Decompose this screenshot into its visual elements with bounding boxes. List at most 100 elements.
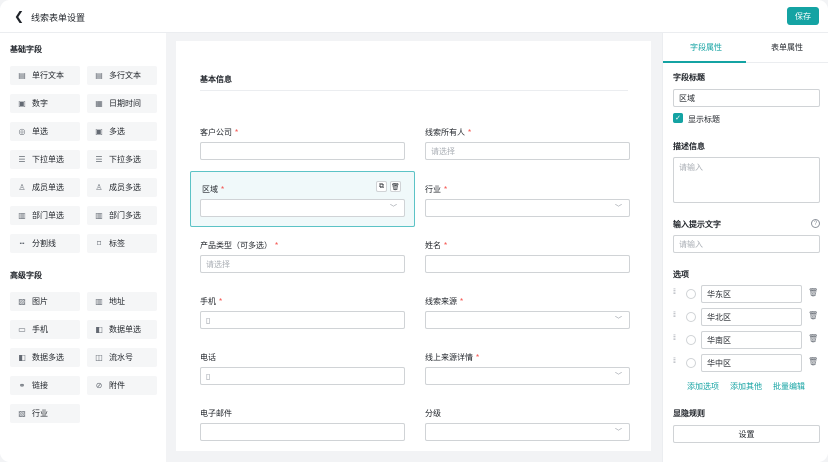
delete-icon[interactable]: 🗑 bbox=[808, 357, 818, 366]
palette-item[interactable]: ♙ 成员单选 bbox=[10, 178, 80, 197]
phone-icon: ▯ bbox=[206, 315, 211, 325]
option-input[interactable]: 华中区 bbox=[701, 354, 802, 372]
divider-icon: ┅ bbox=[19, 239, 25, 248]
palette-item[interactable]: ▣ 多选 bbox=[87, 122, 157, 141]
palette-item[interactable]: ▥ 部门多选 bbox=[87, 206, 157, 225]
email-input[interactable] bbox=[200, 423, 405, 441]
tag-icon: ⌑ bbox=[96, 239, 102, 248]
add-option-link[interactable]: 添加选项 bbox=[687, 381, 719, 392]
palette-item-label: 下拉多选 bbox=[109, 155, 141, 164]
phone-icon: ▯ bbox=[206, 371, 211, 381]
phone-icon: ▭ bbox=[18, 325, 26, 334]
option-input[interactable]: 华南区 bbox=[701, 331, 802, 349]
help-icon[interactable]: ? bbox=[811, 219, 820, 228]
palette-item[interactable]: ♙ 成员多选 bbox=[87, 178, 157, 197]
industry-select[interactable]: ﹀ bbox=[425, 199, 630, 217]
drag-handle-icon[interactable]: ⁞⁞ bbox=[673, 312, 676, 319]
palette-item[interactable]: ┅ 分割线 bbox=[10, 234, 80, 253]
delete-icon[interactable]: 🗑 bbox=[808, 288, 818, 297]
region-select[interactable]: ﹀ bbox=[200, 199, 405, 217]
customer-input[interactable] bbox=[200, 142, 405, 160]
palette-item[interactable]: ⚭ 链接 bbox=[10, 376, 80, 395]
field-palette: 基础字段 ▤ 单行文本 ▤ 多行文本 ▣ 数字 ▦ 日期时间 ◎ 单选 ▣ 多选 ☰ 下拉单选 ☰ 下拉多选 ♙… bbox=[0, 33, 166, 462]
drag-handle-icon[interactable]: ⁞⁞ bbox=[673, 335, 676, 342]
field-label-online-source: 线上来源详情 * bbox=[425, 353, 480, 362]
description-label: 描述信息 bbox=[673, 142, 705, 151]
palette-item[interactable]: ▭ 手机 bbox=[10, 320, 80, 339]
options-label: 选项 bbox=[673, 270, 689, 279]
palette-item[interactable]: ▧ 行业 bbox=[10, 404, 80, 423]
chevron-down-icon: ﹀ bbox=[615, 373, 622, 380]
palette-item-label: 单选 bbox=[32, 127, 48, 136]
phone-input[interactable]: ▯ bbox=[200, 367, 405, 385]
palette-item[interactable]: ▨ 图片 bbox=[10, 292, 80, 311]
copy-icon[interactable]: ⧉ bbox=[376, 181, 387, 192]
field-title-input[interactable]: 区域 bbox=[673, 89, 820, 107]
palette-item-label: 分割线 bbox=[32, 239, 56, 248]
option-input[interactable]: 华北区 bbox=[701, 308, 802, 326]
palette-item[interactable]: ◧ 数据单选 bbox=[87, 320, 157, 339]
palette-item-label: 部门单选 bbox=[32, 211, 64, 220]
palette-item[interactable]: ▥ 地址 bbox=[87, 292, 157, 311]
palette-item[interactable]: ◫ 流水号 bbox=[87, 348, 157, 367]
field-label-phone: 电话 bbox=[200, 353, 216, 362]
settings-button[interactable]: 设置 bbox=[673, 425, 820, 443]
palette-item-label: 成员单选 bbox=[32, 183, 64, 192]
drag-handle-icon[interactable]: ⁞⁞ bbox=[673, 289, 676, 296]
palette-item[interactable]: ▤ 单行文本 bbox=[10, 66, 80, 85]
palette-item[interactable]: ⊘ 附件 bbox=[87, 376, 157, 395]
multi-line-text-icon: ▤ bbox=[95, 71, 103, 80]
palette-item[interactable]: ◎ 单选 bbox=[10, 122, 80, 141]
hint-text-input[interactable]: 请输入 bbox=[673, 235, 820, 253]
save-button[interactable]: 保存 bbox=[787, 7, 819, 25]
top-bar: ❮ 线索表单设置 保存 bbox=[0, 0, 828, 33]
dropdown-multi-icon: ☰ bbox=[95, 155, 103, 164]
properties-panel: 字段属性 表单属性 字段标题 区域 ✓ 显示标题 描述信息 请输入 输入提示文字… bbox=[662, 33, 828, 462]
palette-item[interactable]: ▣ 数字 bbox=[10, 94, 80, 113]
mobile-input[interactable]: ▯ bbox=[200, 311, 405, 329]
departments-icon: ▥ bbox=[95, 211, 103, 220]
palette-item-label: 部门多选 bbox=[109, 211, 141, 220]
owner-input[interactable]: 请选择 bbox=[425, 142, 630, 160]
member-icon: ♙ bbox=[18, 183, 26, 192]
online-source-select[interactable]: ﹀ bbox=[425, 367, 630, 385]
palette-item-label: 下拉单选 bbox=[32, 155, 64, 164]
batch-edit-link[interactable]: 批量编辑 bbox=[773, 381, 805, 392]
palette-item[interactable]: ☰ 下拉多选 bbox=[87, 150, 157, 169]
grade-select[interactable]: ﹀ bbox=[425, 423, 630, 441]
palette-item[interactable]: ☰ 下拉单选 bbox=[10, 150, 80, 169]
tab-form-properties[interactable]: 表单属性 bbox=[771, 42, 803, 53]
data-multi-icon: ◧ bbox=[18, 353, 26, 362]
drag-handle-icon[interactable]: ⁞⁞ bbox=[673, 358, 676, 365]
attachment-icon: ⊘ bbox=[95, 381, 103, 390]
field-label-customer: 客户公司 * bbox=[200, 128, 239, 137]
product-input[interactable]: 请选择 bbox=[200, 255, 405, 273]
name-input[interactable] bbox=[425, 255, 630, 273]
radio-icon: ◎ bbox=[18, 127, 26, 136]
palette-item[interactable]: ▤ 多行文本 bbox=[87, 66, 157, 85]
delete-icon[interactable]: 🗑 bbox=[808, 311, 818, 320]
delete-icon[interactable]: 🗑 bbox=[808, 334, 818, 343]
tab-field-properties[interactable]: 字段属性 bbox=[690, 42, 722, 53]
industry-icon: ▧ bbox=[18, 409, 26, 418]
palette-item-label: 多选 bbox=[109, 127, 125, 136]
palette-item-label: 单行文本 bbox=[32, 71, 64, 80]
palette-item[interactable]: ▦ 日期时间 bbox=[87, 94, 157, 113]
description-textarea[interactable]: 请输入 bbox=[673, 157, 820, 203]
add-other-link[interactable]: 添加其他 bbox=[730, 381, 762, 392]
palette-item[interactable]: ▥ 部门单选 bbox=[10, 206, 80, 225]
palette-item[interactable]: ⌑ 标签 bbox=[87, 234, 157, 253]
palette-item-label: 手机 bbox=[32, 325, 48, 334]
palette-item-label: 数字 bbox=[32, 99, 48, 108]
source-select[interactable]: ﹀ bbox=[425, 311, 630, 329]
option-input[interactable]: 华东区 bbox=[701, 285, 802, 303]
back-icon[interactable]: ❮ bbox=[12, 9, 26, 23]
palette-item[interactable]: ◧ 数据多选 bbox=[10, 348, 80, 367]
chevron-down-icon: ﹀ bbox=[615, 317, 622, 324]
palette-item-label: 地址 bbox=[109, 297, 125, 306]
palette-item-label: 流水号 bbox=[109, 353, 133, 362]
delete-icon[interactable]: 🗑 bbox=[390, 181, 401, 192]
show-title-checkbox[interactable]: ✓ bbox=[673, 113, 683, 123]
map-icon: ▥ bbox=[95, 297, 103, 306]
option-radio bbox=[686, 358, 696, 368]
